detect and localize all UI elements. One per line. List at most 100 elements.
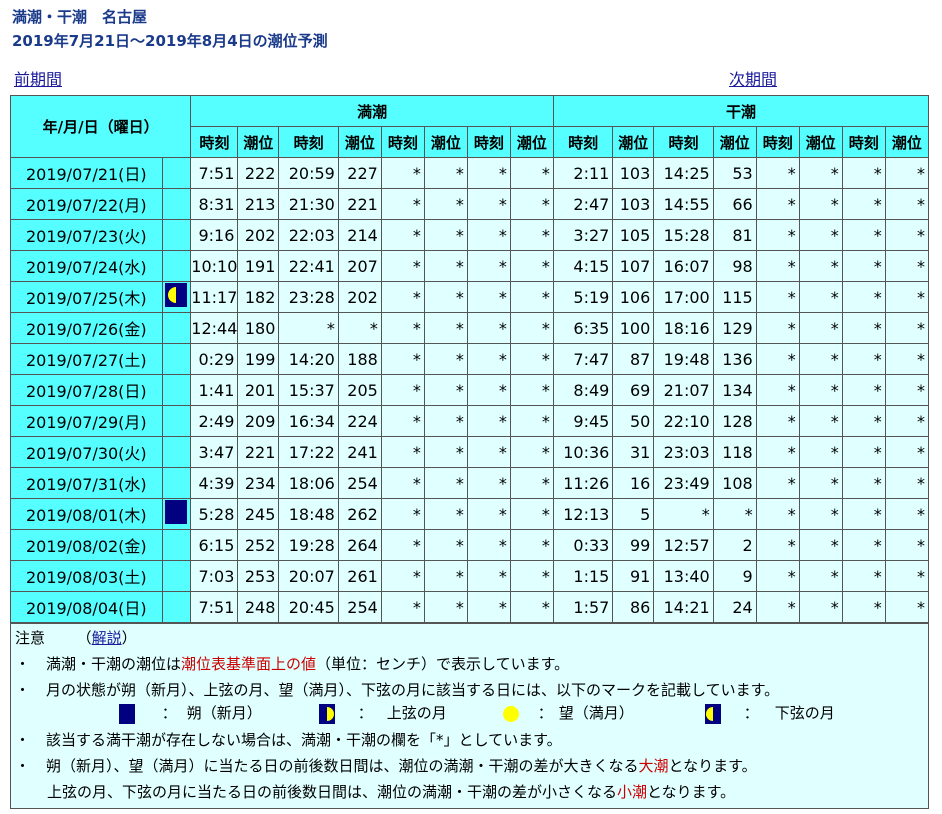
low-time-cell: 18:16 [653, 312, 714, 344]
moon-cell [161, 188, 192, 220]
low-time-cell: * [841, 560, 886, 592]
high-level-cell: 221 [337, 188, 382, 220]
low-time-cell: 10:36 [552, 436, 614, 468]
high-level-cell: 245 [237, 498, 280, 530]
low-time-cell: * [755, 281, 800, 313]
note-line-4: ・朔（新月）、望（満月）に当たる日の前後数日間は、潮位の満潮・干潮の差が大きくな… [15, 757, 757, 775]
date-cell: 2019/07/29(月) [10, 405, 163, 437]
high-time-cell: * [466, 219, 511, 251]
low-time-cell: * [841, 498, 886, 530]
low-level-cell: * [798, 343, 843, 375]
date-cell: 2019/08/04(日) [10, 591, 163, 623]
low-level-cell: * [884, 250, 930, 282]
moon-cell [161, 467, 192, 499]
high-time-cell: * [466, 250, 511, 282]
low-time-cell: * [755, 591, 800, 623]
high-time-cell: 22:41 [278, 250, 339, 282]
low-level-cell: 103 [612, 157, 655, 189]
table-row: 2019/08/01(木) 5:28 245 18:48 262 * * * * 12:13 5 * *… [10, 498, 930, 530]
high-time-cell: 12:44 [190, 312, 239, 344]
low-level-cell: 129 [712, 312, 757, 344]
high-level-cell: * [423, 498, 468, 530]
table-row: 2019/07/25(木) 11:17 182 23:28 202 * * * * 5:19 106… [10, 281, 930, 313]
table-row: 2019/08/02(金) 6:15 252 19:28 264 * * * * 0:33 99 12… [10, 529, 930, 561]
moon-cell [161, 529, 192, 561]
moon-cell [161, 436, 192, 468]
high-time-cell: * [380, 188, 425, 220]
low-level-cell: * [798, 250, 843, 282]
notes-heading: 注意 [15, 629, 46, 647]
high-time-cell: 15:37 [278, 374, 339, 406]
low-time-cell: * [755, 467, 800, 499]
low-time-cell: * [841, 405, 886, 437]
high-time-cell: 4:39 [190, 467, 239, 499]
date-cell: 2019/07/28(日) [10, 374, 163, 406]
high-level-cell: * [509, 343, 554, 375]
low-level-cell: * [798, 312, 843, 344]
high-time-cell: 23:28 [278, 281, 339, 313]
low-level-cell: 115 [712, 281, 757, 313]
date-cell: 2019/07/26(金) [10, 312, 163, 344]
time-subheader: 時刻 [841, 126, 886, 158]
date-cell: 2019/07/27(土) [10, 343, 163, 375]
high-time-cell: 8:31 [190, 188, 239, 220]
low-time-cell: 12:13 [552, 498, 614, 530]
low-level-cell: 31 [612, 436, 655, 468]
low-level-cell: * [884, 436, 930, 468]
low-time-cell: * [755, 560, 800, 592]
low-time-cell: 1:15 [552, 560, 614, 592]
high-level-cell: * [509, 188, 554, 220]
low-time-cell: 19:48 [653, 343, 714, 375]
high-time-cell: * [466, 343, 511, 375]
high-level-cell: * [509, 312, 554, 344]
high-time-cell: 10:10 [190, 250, 239, 282]
high-level-cell: 234 [237, 467, 280, 499]
low-time-cell: * [755, 529, 800, 561]
time-subheader: 時刻 [466, 126, 511, 158]
high-level-cell: 202 [237, 219, 280, 251]
last-quarter-moon-icon [705, 703, 721, 724]
low-level-cell: * [884, 498, 930, 530]
low-level-cell: * [884, 529, 930, 561]
explain-link[interactable]: 解説 [92, 629, 122, 647]
level-subheader: 潮位 [337, 126, 382, 158]
date-cell: 2019/07/23(火) [10, 219, 163, 251]
high-time-cell: * [466, 529, 511, 561]
note-line-5: 上弦の月、下弦の月に当たる日の前後数日間は、潮位の満潮・干潮の差が小さくなる小潮… [47, 783, 736, 801]
high-level-cell: * [509, 436, 554, 468]
low-time-cell: 22:10 [653, 405, 714, 437]
high-time-cell: * [466, 157, 511, 189]
high-level-cell: * [423, 312, 468, 344]
low-level-cell: 107 [612, 250, 655, 282]
low-level-cell: 134 [712, 374, 757, 406]
high-level-cell: * [423, 250, 468, 282]
moon-cell [161, 374, 192, 406]
table-row: 2019/07/28(日) 1:41 201 15:37 205 * * * * 8:49 69 21… [10, 374, 930, 406]
low-level-cell: 87 [612, 343, 655, 375]
low-level-cell: * [884, 219, 930, 251]
legend-full-moon: ：望（満月） [503, 702, 634, 724]
moon-cell [161, 560, 192, 592]
high-time-cell: * [466, 188, 511, 220]
low-time-cell: 9:45 [552, 405, 614, 437]
low-time-cell: * [755, 188, 800, 220]
high-level-cell: * [423, 405, 468, 437]
high-level-cell: * [509, 591, 554, 623]
low-level-cell: * [798, 591, 843, 623]
high-level-cell: * [509, 157, 554, 189]
high-time-cell: 11:17 [190, 281, 239, 313]
next-period-link[interactable]: 次期間 [729, 66, 777, 90]
high-level-cell: * [423, 343, 468, 375]
low-time-cell: * [841, 219, 886, 251]
level-subheader: 潮位 [612, 126, 655, 158]
page-title: 満潮・干潮 名古屋 [12, 8, 148, 26]
low-time-cell: * [841, 312, 886, 344]
moon-cell [161, 312, 192, 344]
table-row: 2019/07/26(金) 12:44 180 * * * * * * 6:35 100 18:16 1… [10, 312, 930, 344]
high-time-cell: * [380, 374, 425, 406]
date-cell: 2019/07/24(水) [10, 250, 163, 282]
high-time-cell: 7:51 [190, 591, 239, 623]
prev-period-link[interactable]: 前期間 [14, 66, 62, 90]
low-time-cell: 1:57 [552, 591, 614, 623]
low-time-cell: * [755, 343, 800, 375]
